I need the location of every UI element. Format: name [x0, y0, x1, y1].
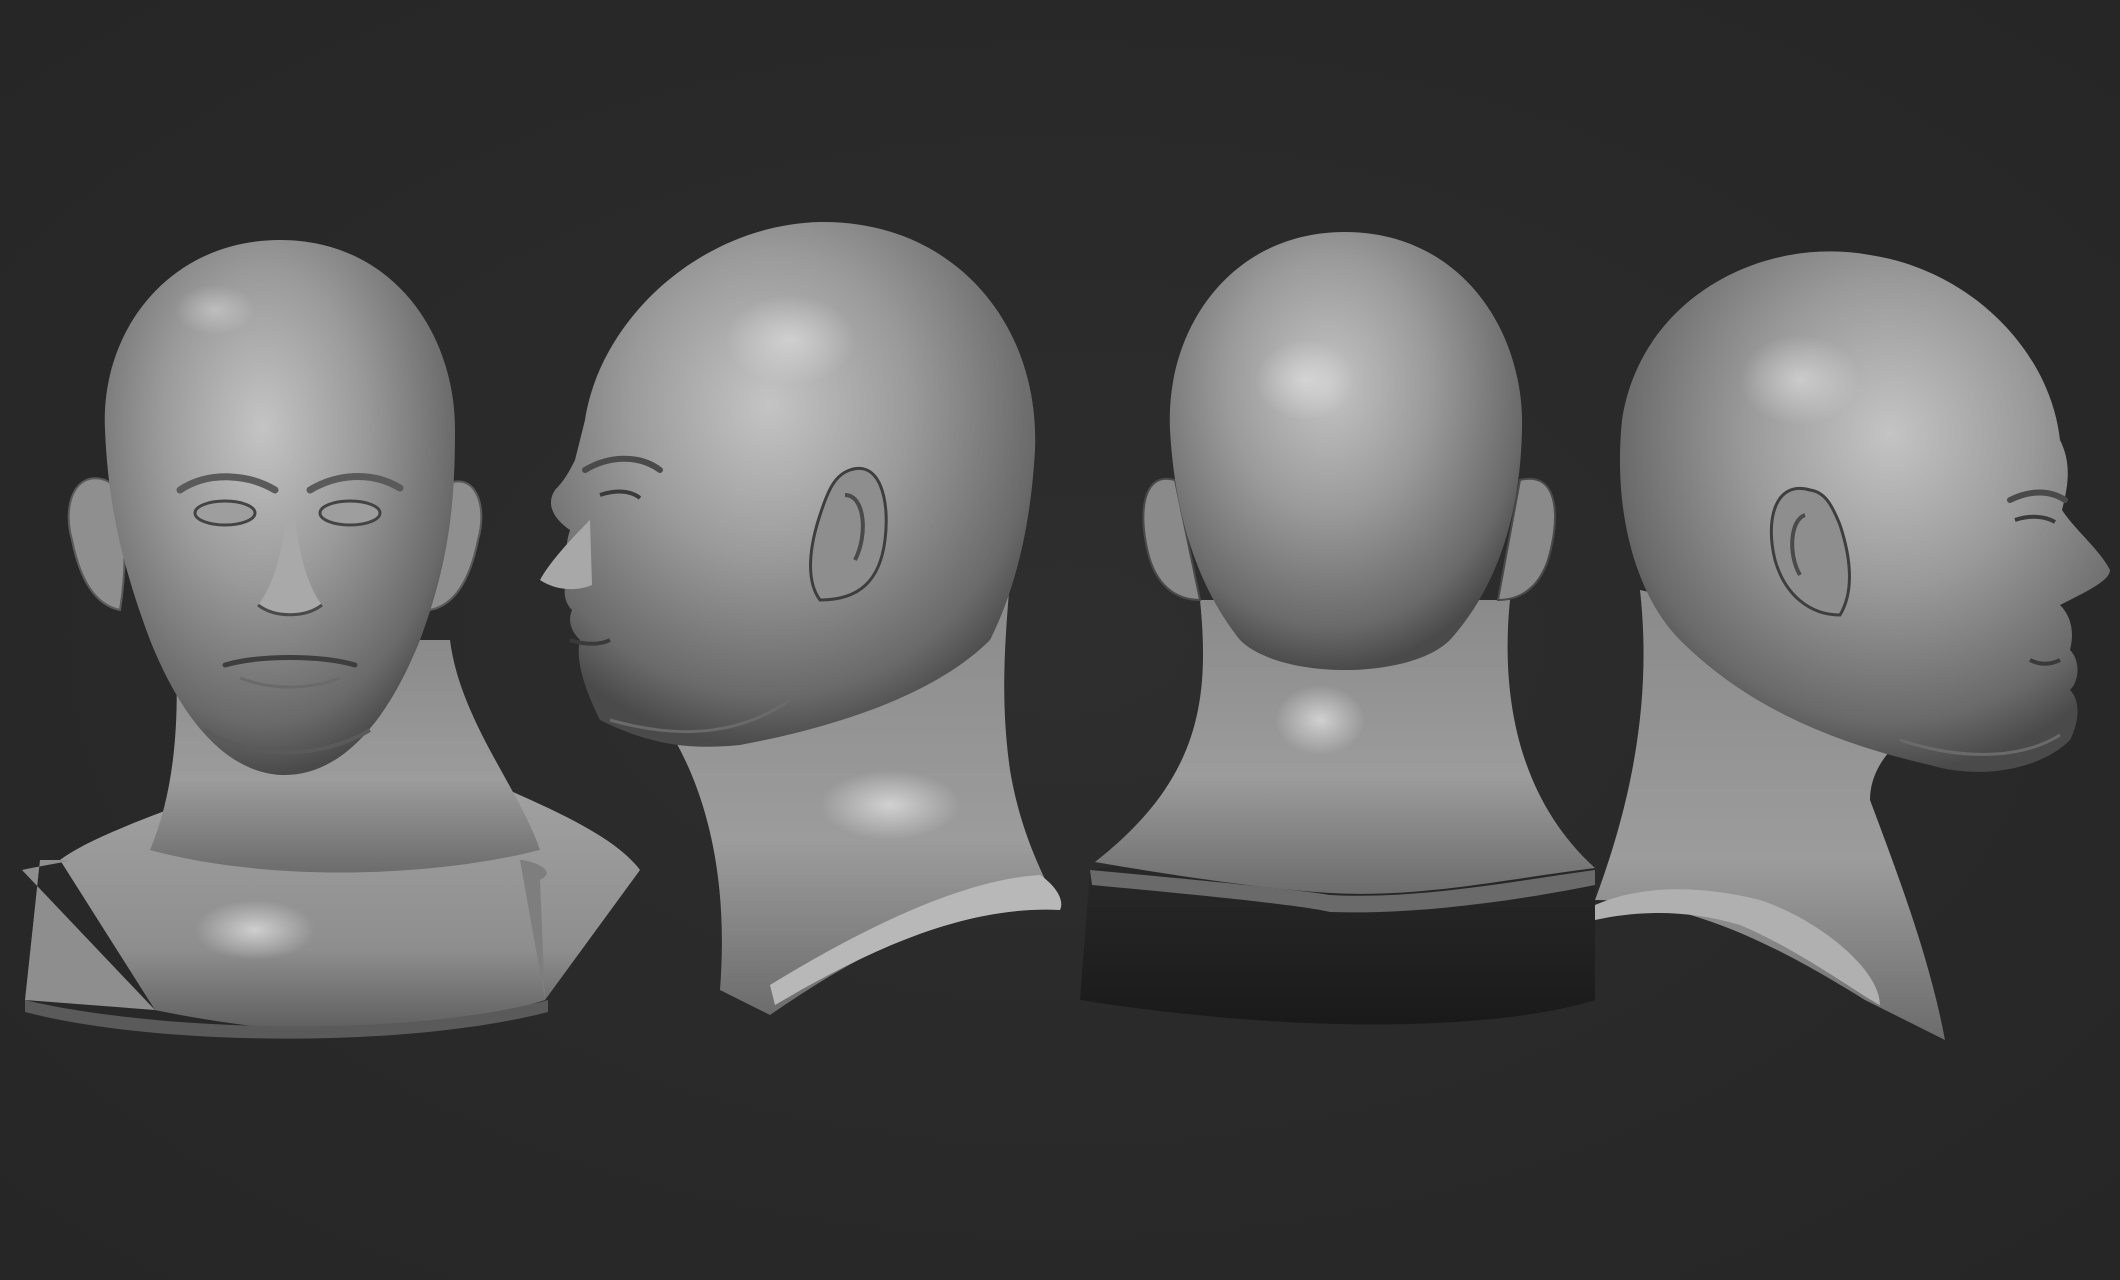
- front-view-bust: [22, 240, 640, 1039]
- right-profile-bust: [1595, 251, 2110, 1040]
- back-head: [1169, 232, 1523, 670]
- back-view-bust: [1080, 232, 1596, 1025]
- sculpt-render-canvas: [0, 0, 2120, 1280]
